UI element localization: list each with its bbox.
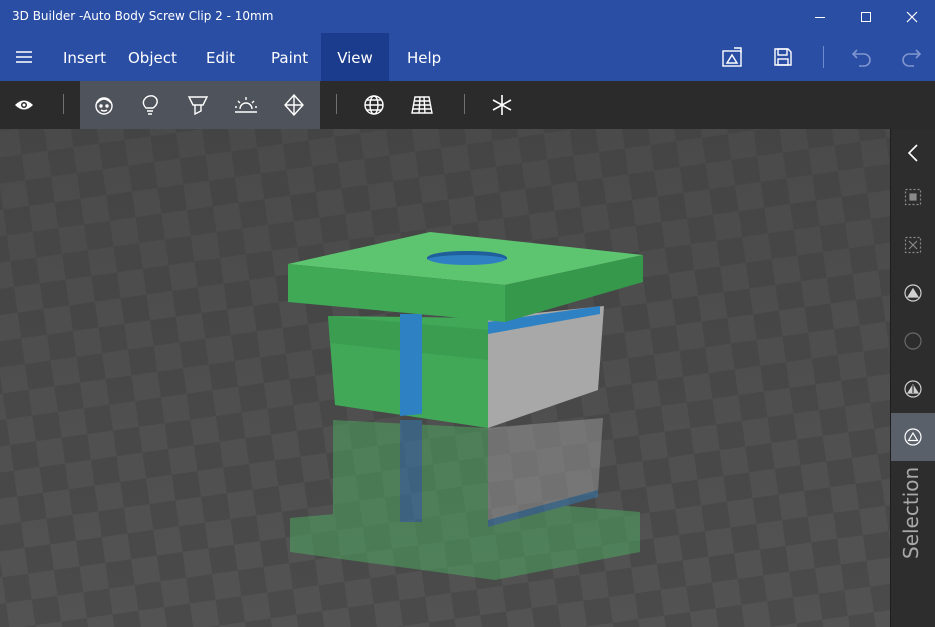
close-button[interactable]	[889, 0, 935, 33]
effects-button[interactable]	[478, 81, 526, 129]
undo-icon	[851, 49, 871, 67]
chevron-left-icon	[907, 144, 918, 162]
visibility-button[interactable]	[0, 81, 48, 129]
select-circle-icon	[904, 332, 922, 350]
select-objects-icon	[904, 284, 922, 302]
select-all-icon	[904, 188, 922, 206]
select-vertex-icon	[904, 428, 922, 446]
maximize-icon	[861, 11, 871, 22]
grid-icon	[411, 96, 433, 114]
eye-icon	[15, 100, 33, 110]
select-faces-button[interactable]	[891, 365, 935, 413]
menu-edit[interactable]: Edit	[191, 33, 250, 81]
menu-insert[interactable]: Insert	[48, 33, 121, 81]
sunrise-icon	[235, 97, 257, 113]
save-icon	[774, 48, 792, 66]
selection-label: Selection	[899, 466, 923, 559]
menu-object[interactable]: Object	[113, 33, 192, 81]
title-bar: 3D Builder -Auto Body Screw Clip 2 - 10m…	[0, 0, 935, 33]
menu-view[interactable]: View	[321, 33, 389, 81]
undo-button[interactable]	[838, 33, 886, 81]
redo-icon	[902, 49, 922, 67]
diamond-icon	[284, 94, 304, 116]
view-toolbar	[0, 81, 935, 129]
asterisk-icon	[492, 95, 512, 115]
hamburger-icon	[16, 51, 32, 63]
window-title: 3D Builder -Auto Body Screw Clip 2 - 10m…	[12, 9, 274, 23]
menu-separator	[823, 46, 824, 68]
selection-panel: Selection	[890, 129, 935, 627]
highlight-button[interactable]	[174, 81, 222, 129]
toolbar-separator	[336, 94, 337, 114]
wireframe-button[interactable]	[270, 81, 318, 129]
bulb-icon	[142, 95, 158, 115]
select-all-button[interactable]	[891, 173, 935, 221]
toolbar-separator	[63, 94, 64, 114]
minimize-button[interactable]	[797, 0, 843, 33]
model-reflection	[290, 418, 640, 580]
face-icon	[95, 97, 113, 115]
select-faces-icon	[904, 380, 922, 398]
save-button[interactable]	[759, 33, 807, 81]
menu-paint[interactable]: Paint	[256, 33, 323, 81]
3d-viewport[interactable]: mm	[0, 129, 890, 627]
scene: mm	[0, 129, 890, 627]
menu-bar: Insert Object Edit Paint View Help	[0, 33, 935, 81]
maximize-button[interactable]	[843, 0, 889, 33]
share-button[interactable]	[708, 33, 756, 81]
deselect-button[interactable]	[891, 221, 935, 269]
toolbar-separator	[464, 94, 465, 114]
select-vertex-button[interactable]	[891, 413, 935, 461]
hamburger-button[interactable]	[0, 33, 48, 81]
share-icon	[722, 47, 742, 67]
highlight-icon	[187, 96, 209, 116]
grid-button[interactable]	[398, 81, 446, 129]
collapse-panel-button[interactable]	[891, 129, 935, 177]
select-objects-button[interactable]	[891, 269, 935, 317]
close-icon	[906, 11, 918, 22]
environment-button[interactable]	[222, 81, 270, 129]
deselect-icon	[904, 236, 922, 254]
globe-icon	[364, 95, 384, 115]
face-mode-button[interactable]	[80, 81, 128, 129]
lighting-button[interactable]	[126, 81, 174, 129]
menu-help[interactable]: Help	[392, 33, 456, 81]
select-circle-button[interactable]	[891, 317, 935, 365]
redo-button[interactable]	[887, 33, 935, 81]
minimize-icon	[815, 16, 825, 18]
world-button[interactable]	[350, 81, 398, 129]
